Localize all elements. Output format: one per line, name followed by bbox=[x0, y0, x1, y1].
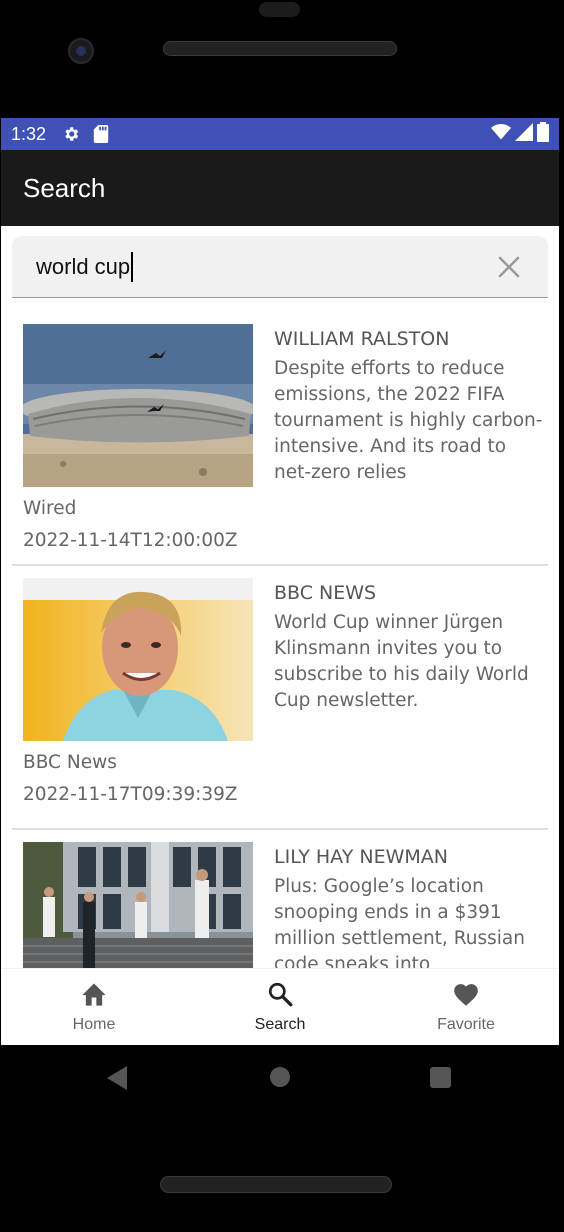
nav-search-label: Search bbox=[254, 1015, 306, 1033]
article-text: WILLIAM RALSTON Despite efforts to reduc… bbox=[274, 326, 544, 486]
wifi-icon bbox=[491, 123, 511, 146]
article-image bbox=[23, 578, 253, 741]
article-description: Despite efforts to reduce emissions, the… bbox=[274, 358, 543, 483]
phone-top-notch bbox=[259, 2, 300, 17]
search-icon bbox=[266, 981, 294, 1016]
nav-favorite[interactable]: Favorite bbox=[373, 969, 559, 1045]
results-list: WILLIAM RALSTON Despite efforts to reduc… bbox=[1, 322, 559, 968]
status-bar: 1:32 bbox=[1, 118, 559, 150]
earpiece-speaker bbox=[163, 41, 397, 56]
home-icon bbox=[80, 981, 108, 1016]
system-navigation-bar bbox=[0, 1060, 564, 1096]
close-icon[interactable] bbox=[494, 252, 524, 282]
home-circle-icon[interactable] bbox=[270, 1067, 290, 1087]
article-author: BBC NEWS bbox=[274, 582, 377, 604]
list-item[interactable]: WILLIAM RALSTON Despite efforts to reduc… bbox=[12, 322, 548, 566]
battery-icon bbox=[537, 121, 549, 147]
article-date: 2022-11-14T12:00:00Z bbox=[23, 530, 238, 551]
article-author: LILY HAY NEWMAN bbox=[274, 846, 448, 868]
bottom-speaker bbox=[160, 1176, 392, 1193]
search-input[interactable]: world cup bbox=[12, 236, 548, 298]
sd-card-icon bbox=[90, 124, 112, 144]
nav-home[interactable]: Home bbox=[1, 969, 187, 1045]
search-container: world cup bbox=[1, 226, 559, 298]
article-image bbox=[23, 842, 253, 968]
nav-favorite-label: Favorite bbox=[437, 1015, 495, 1033]
article-text: LILY HAY NEWMAN Plus: Google’s location … bbox=[274, 844, 544, 968]
article-author: WILLIAM RALSTON bbox=[274, 328, 450, 350]
recents-square-icon[interactable] bbox=[430, 1067, 451, 1088]
phone-screen: 1:32 Search world cup WILLIAM RALSTON De… bbox=[1, 118, 559, 1045]
app-bar: Search bbox=[1, 150, 559, 226]
article-image bbox=[23, 324, 253, 487]
article-text: BBC NEWS World Cup winner Jürgen Klinsma… bbox=[274, 580, 544, 714]
article-description: World Cup winner Jürgen Klinsmann invite… bbox=[274, 612, 529, 711]
search-input-value[interactable]: world cup bbox=[36, 254, 130, 280]
article-description: Plus: Google’s location snooping ends in… bbox=[274, 876, 525, 968]
status-time: 1:32 bbox=[11, 123, 47, 144]
gear-icon bbox=[60, 124, 82, 144]
article-date: 2022-11-17T09:39:39Z bbox=[23, 784, 238, 805]
bottom-navigation: Home Search Favorite bbox=[1, 968, 559, 1045]
front-camera bbox=[68, 38, 94, 64]
back-icon[interactable] bbox=[107, 1066, 129, 1095]
signal-icon bbox=[515, 122, 533, 146]
article-source: BBC News bbox=[23, 752, 117, 773]
page-title: Search bbox=[23, 172, 106, 203]
list-item[interactable]: LILY HAY NEWMAN Plus: Google’s location … bbox=[12, 840, 548, 968]
text-cursor bbox=[131, 251, 134, 282]
nav-home-label: Home bbox=[72, 1015, 116, 1033]
nav-search[interactable]: Search bbox=[187, 969, 373, 1045]
heart-icon bbox=[451, 981, 481, 1016]
article-source: Wired bbox=[23, 498, 77, 519]
list-item[interactable]: BBC NEWS World Cup winner Jürgen Klinsma… bbox=[12, 576, 548, 830]
